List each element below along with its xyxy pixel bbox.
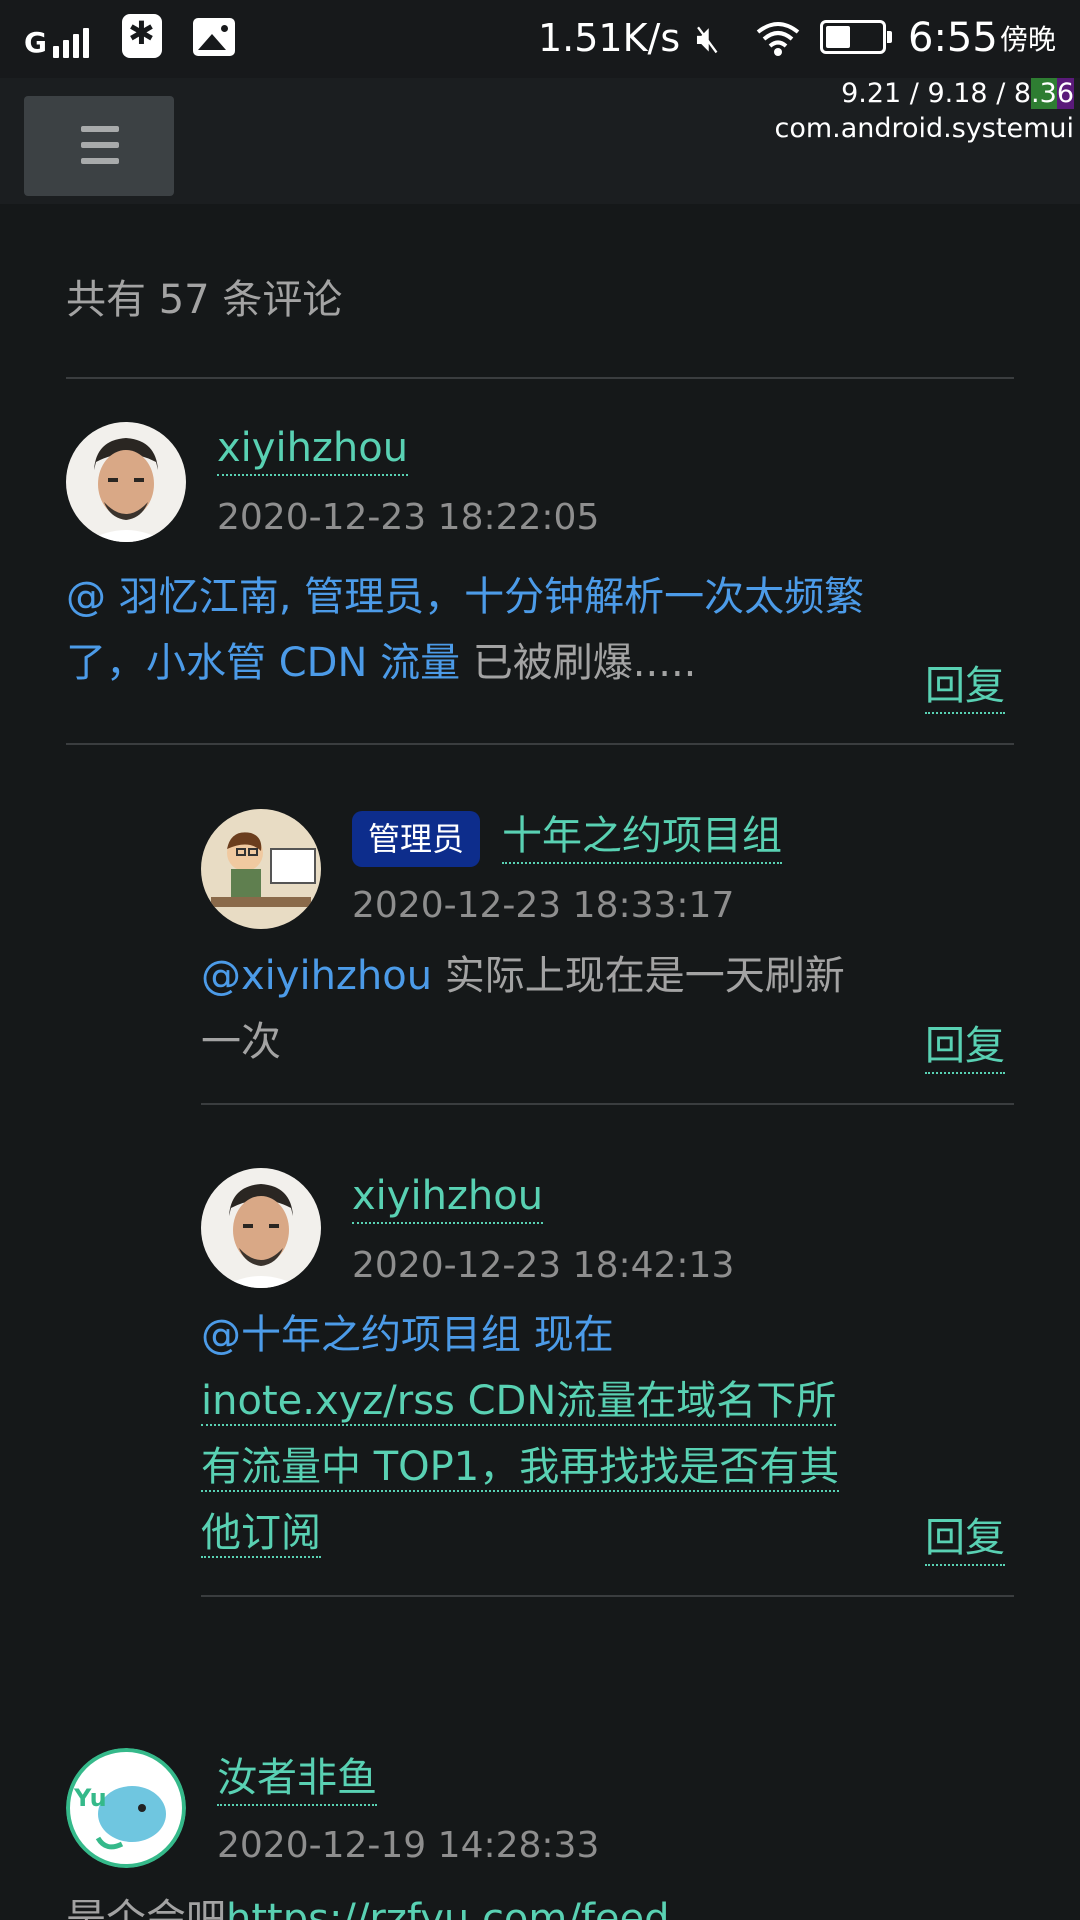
status-bar: G 1.51K/s 🔇︎ 6:55 傍晚	[0, 0, 1080, 78]
comment-time: 2020-12-23 18:42:13	[352, 1245, 735, 1286]
clock: 6:55	[908, 15, 998, 61]
comments-count: 共有 57 条评论	[66, 277, 343, 323]
reply-button[interactable]: 回复	[925, 1512, 1005, 1566]
comment-author[interactable]: xiyihzhou	[352, 1170, 544, 1224]
avatar[interactable]	[201, 809, 321, 929]
comment-body: @xiyihzhou 实际上现在是一天刷新一次	[201, 953, 845, 1065]
comment-author[interactable]: xiyihzhou	[217, 422, 409, 476]
network-speed: 1.51K/s	[538, 16, 681, 60]
wifi-icon	[754, 14, 802, 69]
comment-time: 2020-12-19 14:28:33	[217, 1825, 600, 1866]
app-notification-icon	[122, 14, 162, 58]
comment-author[interactable]: 十年之约项目组	[502, 810, 782, 864]
comment-time: 2020-12-23 18:22:05	[217, 497, 600, 538]
network-type: G	[24, 26, 47, 59]
battery-icon	[820, 20, 892, 54]
overlay-fps: 9.21 / 9.18 / 8.36	[841, 78, 1074, 109]
hamburger-menu-icon[interactable]	[24, 96, 174, 196]
clock-period: 傍晚	[1000, 23, 1057, 56]
avatar[interactable]	[201, 1168, 321, 1288]
divider	[201, 1103, 1014, 1105]
signal-icon: G	[24, 18, 89, 58]
debug-overlay: 9.21 / 9.18 / 8.36 com.android.systemui	[774, 76, 1074, 146]
comment-body: 是个会吧https://rzfyu.com/feed	[66, 1886, 966, 1920]
avatar[interactable]	[66, 422, 186, 542]
svg-text:Yu: Yu	[73, 1784, 107, 1812]
overlay-package: com.android.systemui	[774, 113, 1074, 144]
gallery-icon	[193, 18, 235, 56]
mute-icon: 🔇︎	[696, 16, 720, 60]
comment-body: @十年之约项目组 现在 inote.xyz/rss CDN流量在域名下所有流量中…	[201, 1312, 840, 1558]
divider	[66, 377, 1014, 379]
divider	[201, 1595, 1014, 1597]
comment-body: @ 羽忆江南, 管理员，十分钟解析一次太频繁了，小水管 CDN 流量 已被刷爆.…	[66, 574, 865, 686]
reply-button[interactable]: 回复	[925, 660, 1005, 714]
admin-badge: 管理员	[352, 811, 481, 867]
divider	[66, 743, 1014, 745]
reply-button[interactable]: 回复	[925, 1020, 1005, 1074]
avatar[interactable]: Yu	[66, 1748, 186, 1868]
comment-author[interactable]: 汝者非鱼	[217, 1752, 377, 1806]
comment-time: 2020-12-23 18:33:17	[352, 885, 735, 926]
